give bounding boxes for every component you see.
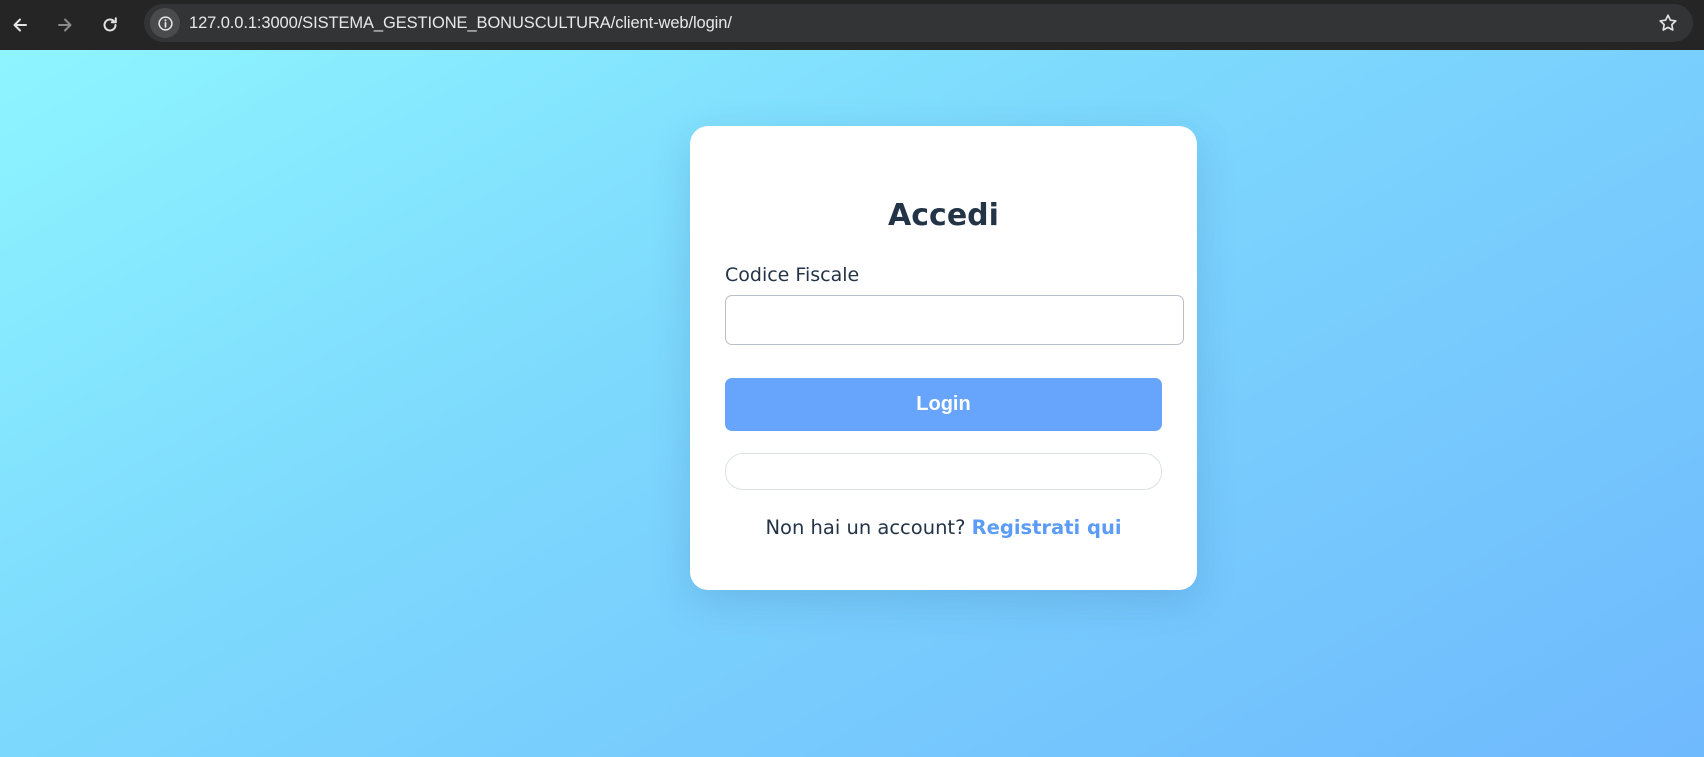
- login-button[interactable]: Login: [725, 378, 1162, 431]
- reload-button[interactable]: [93, 8, 127, 42]
- url-text[interactable]: 127.0.0.1:3000/SISTEMA_GESTIONE_BONUSCUL…: [189, 4, 732, 42]
- page-background: Accedi Codice Fiscale Login Non hai un a…: [0, 50, 1704, 757]
- reload-icon: [103, 17, 117, 32]
- register-prompt: Non hai un account? Registrati qui: [690, 516, 1197, 539]
- codice-fiscale-input[interactable]: [725, 295, 1184, 345]
- site-info-icon: [157, 15, 173, 31]
- register-prompt-text: Non hai un account?: [765, 516, 966, 539]
- back-arrow-icon: [13, 18, 27, 32]
- back-button[interactable]: [3, 8, 37, 42]
- browser-toolbar: 127.0.0.1:3000/SISTEMA_GESTIONE_BONUSCUL…: [0, 0, 1704, 50]
- forward-button[interactable]: [48, 8, 82, 42]
- address-bar[interactable]: 127.0.0.1:3000/SISTEMA_GESTIONE_BONUSCUL…: [144, 4, 1693, 42]
- login-card: Accedi Codice Fiscale Login Non hai un a…: [690, 126, 1197, 590]
- page-title: Accedi: [888, 198, 999, 233]
- message-box: [725, 453, 1162, 490]
- site-info-button[interactable]: [150, 8, 180, 38]
- bookmark-star-icon: [1659, 14, 1677, 31]
- codice-fiscale-label: Codice Fiscale: [725, 264, 860, 286]
- register-link[interactable]: Registrati qui: [972, 516, 1122, 539]
- forward-arrow-icon: [58, 18, 72, 32]
- bookmark-button[interactable]: [1657, 12, 1679, 34]
